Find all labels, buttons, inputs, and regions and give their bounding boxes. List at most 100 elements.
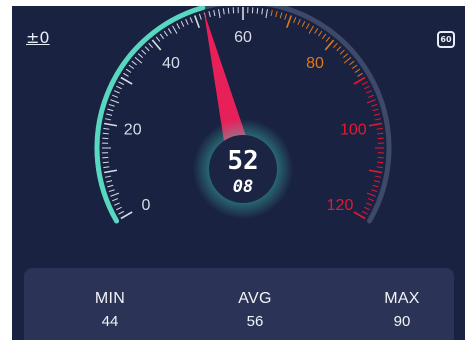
gauge-tick (361, 210, 368, 215)
gauge-tick (108, 189, 115, 193)
gauge-tick (293, 17, 297, 24)
stats-panel: MIN 44 AVG 56 MAX 90 (24, 268, 454, 340)
speed-readout-decimal: 08 (233, 177, 253, 197)
gauge-tick (275, 11, 278, 18)
gauge-scale-label: 120 (327, 197, 354, 214)
speed-gauge: 0 20 40 60 80 100 120 52 08 (94, 6, 392, 224)
speedometer-screen: ±0 60 0 20 40 60 80 100 120 52 08 MIN 44 AVG 5… (12, 6, 465, 340)
gauge-tick (377, 161, 384, 164)
gauge-tick (148, 42, 154, 49)
gauge-tick (103, 127, 110, 130)
gauge-tick (349, 60, 355, 66)
gauge-tick (125, 68, 132, 73)
gauge-tick (342, 53, 349, 59)
gauge-tick (108, 103, 115, 107)
gauge-tick (366, 192, 376, 197)
gauge-tick (112, 94, 119, 98)
gauge-tick (180, 21, 185, 27)
gauge-tick (137, 53, 144, 59)
gauge-progress-path (94, 6, 206, 224)
gauge-tick (102, 161, 109, 164)
stat-min-value: 44 (101, 313, 119, 330)
gauge-tick (376, 127, 383, 130)
gauge-tick (106, 113, 113, 116)
gauge-tick (104, 169, 118, 174)
gauge-tick (208, 11, 211, 18)
gauge-tick (367, 198, 374, 202)
gauge-tick (110, 192, 120, 197)
gauge-tick (366, 99, 376, 104)
gauge-tick (189, 17, 193, 24)
gauge-tick (131, 60, 137, 66)
gauge-tick (332, 42, 338, 49)
gauge-tick (194, 15, 200, 28)
gauge-tick (134, 56, 143, 64)
gauge-tick (261, 8, 264, 15)
gauge-tick (373, 180, 380, 183)
gauge-scale-label: 0 (142, 197, 151, 214)
gauge-tick (357, 72, 363, 77)
gauge-tick (104, 122, 118, 127)
gauge-tick (367, 94, 374, 98)
gauge-tick (286, 15, 292, 28)
gauge-tick (265, 9, 268, 19)
stat-min-label: MIN (94, 290, 126, 307)
speed-readout: 52 (227, 146, 258, 176)
gauge-tick (318, 30, 323, 37)
stat-max-value: 90 (393, 313, 411, 330)
gauge-tick (155, 36, 161, 42)
gauge-scale-label: 60 (234, 29, 252, 46)
gauge-scale-label: 40 (162, 55, 180, 72)
gauge-tick (354, 68, 361, 73)
gauge-tick (113, 90, 120, 94)
gauge-tick (116, 85, 122, 90)
gauge-tick (227, 7, 230, 14)
gauge-tick (372, 108, 379, 112)
stat-min: MIN 44 (70, 290, 150, 330)
gauge-tick (159, 33, 165, 40)
gauge-tick (353, 76, 366, 85)
gauge-tick (372, 184, 379, 188)
gauge-tick (366, 202, 373, 206)
gauge-tick (325, 36, 331, 42)
gauge-tick (353, 211, 366, 220)
gauge-tick (118, 81, 125, 86)
stat-max-label: MAX (384, 290, 420, 307)
gauge-tick (377, 132, 384, 135)
gauge-tick (103, 166, 110, 169)
gauge-tick (118, 210, 125, 215)
gauge-tick (144, 46, 150, 52)
gauge-tick (371, 103, 378, 107)
gauge-tick (128, 64, 135, 70)
gauge-tick (314, 28, 319, 34)
gauge-scale-label: 20 (124, 122, 142, 139)
gauge-tick (256, 7, 259, 14)
gauge-tick (366, 90, 373, 94)
stat-max: MAX 90 (362, 290, 442, 330)
stat-avg: AVG 56 (215, 290, 295, 330)
gauge-tick (373, 113, 380, 116)
gauge-tick (305, 23, 310, 30)
gauge-tick (123, 72, 129, 77)
gauge-tick (351, 64, 358, 70)
gauge-tick (371, 189, 378, 193)
gauge-tick (270, 9, 273, 17)
gauge-tick (368, 169, 382, 174)
gauge-tick (374, 175, 382, 178)
gauge-tick (297, 18, 301, 25)
gauge-tick (339, 49, 345, 55)
gauge-tick (198, 13, 202, 20)
gauge-tick (376, 166, 383, 169)
gauge-tick (279, 12, 283, 19)
gauge-progress-arc (94, 6, 206, 224)
gauge-tick (116, 206, 122, 211)
gauge-tick (364, 85, 370, 90)
gauge-tick (120, 76, 133, 85)
gauge-tick (284, 13, 288, 20)
gauge-tick (374, 118, 382, 121)
gauge-tick (120, 211, 133, 220)
gauge-tick (102, 132, 109, 135)
gauge-scale-label: 100 (340, 122, 367, 139)
gauge-tick (336, 46, 342, 52)
gauge-tick (113, 202, 120, 206)
